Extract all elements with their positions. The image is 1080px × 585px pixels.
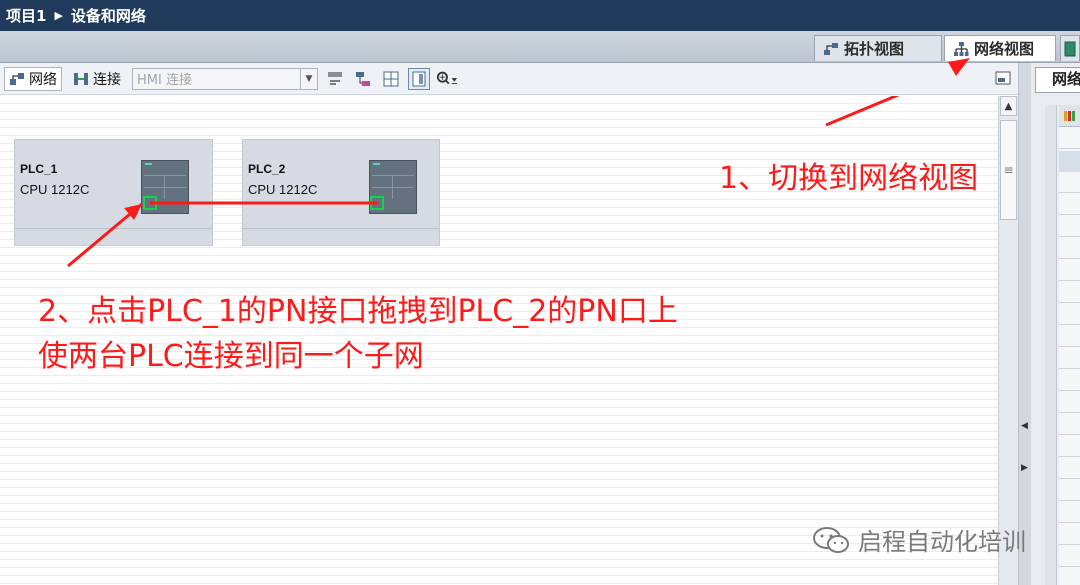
annotation-step-1: 1、切换到网络视图 <box>719 161 979 196</box>
scroll-up-icon[interactable]: ▲ <box>1000 96 1017 116</box>
device-cpu-type: CPU 1212C <box>20 182 90 197</box>
address-assign-button[interactable] <box>324 68 346 90</box>
network-icon <box>954 41 969 56</box>
grid-view-button[interactable] <box>380 68 402 90</box>
wechat-icon <box>813 526 849 553</box>
overview-navigation-button[interactable] <box>992 68 1014 90</box>
connections-icon <box>74 72 88 85</box>
panel-icon <box>412 71 426 86</box>
panel-splitter[interactable]: ◀ ▶ <box>1019 63 1031 585</box>
device-name: PLC_2 <box>248 162 286 176</box>
arrow-to-network-tab-head <box>948 58 970 76</box>
tab-network-overview[interactable]: 网络 <box>1035 67 1080 93</box>
address-icon <box>328 71 342 85</box>
show-relations-button[interactable] <box>352 68 374 90</box>
device-view-icon <box>1064 41 1076 56</box>
overview-row-header-column <box>1045 105 1057 585</box>
device-cpu-type: CPU 1212C <box>248 182 318 197</box>
tab-network-overview-label: 网络 <box>1052 70 1080 88</box>
breadcrumb-page: 设备和网络 <box>70 7 146 25</box>
pn-port-plc-1[interactable] <box>143 196 157 210</box>
annotation-step-2-line-1: 2、点击PLC_1的PN接口拖拽到PLC_2的PN口上 <box>38 294 678 329</box>
canvas-vertical-scrollbar[interactable]: ▲ ≡ <box>998 96 1018 585</box>
annotation-step-2-line-2: 使两台PLC连接到同一个子网 <box>38 339 424 374</box>
network-toolbar: 网络 连接 HMI 连接 ▼ <box>0 63 1018 95</box>
table-row-selected[interactable] <box>1059 151 1080 172</box>
zoom-button[interactable] <box>436 68 458 90</box>
grid-icon <box>383 71 399 86</box>
watermark-text: 启程自动化培训 <box>858 528 1026 556</box>
panel-toggle-button[interactable] <box>408 67 430 90</box>
device-name: PLC_1 <box>20 162 58 176</box>
title-bar: 项目1 ▶ 设备和网络 <box>0 0 1080 31</box>
topology-icon <box>824 42 838 55</box>
network-overview-panel: ◀ ▶ 网络 <box>1018 63 1080 585</box>
breadcrumb-project[interactable]: 项目1 <box>6 5 46 26</box>
network-mode-button[interactable]: 网络 <box>4 66 62 91</box>
expand-right-icon[interactable]: ▶ <box>1021 463 1028 473</box>
chevron-down-icon[interactable]: ▼ <box>300 68 317 89</box>
view-tab-strip: 拓扑视图 网络视图 <box>0 31 1080 63</box>
overview-table[interactable] <box>1059 105 1080 585</box>
device-plc-1[interactable]: PLC_1 CPU 1212C <box>14 139 213 246</box>
watermark: 启程自动化培训 <box>812 522 1026 557</box>
pn-port-plc-2[interactable] <box>370 196 384 210</box>
tab-topology-label: 拓扑视图 <box>844 40 905 58</box>
breadcrumb-separator-icon: ▶ <box>54 9 63 22</box>
connection-type-dropdown[interactable]: HMI 连接 ▼ <box>132 67 318 90</box>
arrow-to-network-tab <box>825 96 900 127</box>
relations-icon <box>356 71 370 86</box>
connections-mode-button[interactable]: 连接 <box>68 67 126 91</box>
arrowhead-overlay <box>948 58 970 76</box>
overview-icon <box>995 71 1011 84</box>
zoom-icon <box>436 71 458 84</box>
annotation-step-2: 2、点击PLC_1的PN接口拖拽到PLC_2的PN口上 使两台PLC连接到同一个… <box>38 289 678 379</box>
tab-topology-view[interactable]: 拓扑视图 <box>814 35 942 61</box>
device-plc-2[interactable]: PLC_2 CPU 1212C <box>242 139 440 246</box>
collapse-left-icon[interactable]: ◀ <box>1021 421 1028 431</box>
network-mode-label: 网络 <box>29 71 57 88</box>
device-rail <box>243 228 439 229</box>
tab-device-view[interactable] <box>1060 35 1080 61</box>
scrollbar-thumb[interactable]: ≡ <box>1000 120 1017 220</box>
network-mode-icon <box>10 72 24 85</box>
device-rail <box>15 228 212 229</box>
connections-mode-label: 连接 <box>93 71 121 88</box>
network-view-canvas[interactable]: PLC_1 CPU 1212C PLC_2 CPU 1212C 1、切换到网络视… <box>0 96 998 585</box>
connection-type-value: HMI 连接 <box>137 73 192 88</box>
filter-icon[interactable] <box>1059 105 1080 127</box>
